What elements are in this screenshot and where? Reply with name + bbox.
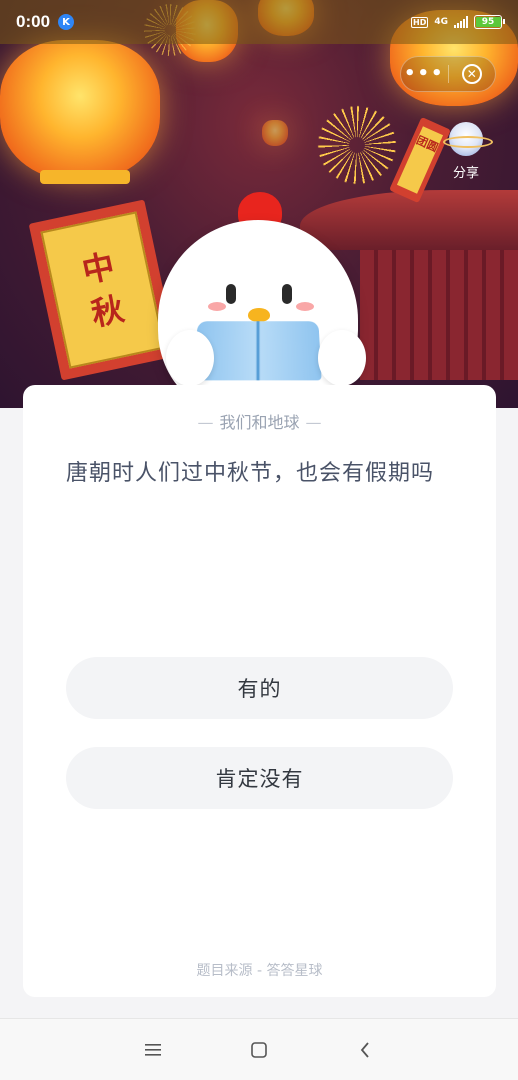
home-square-icon xyxy=(251,1041,267,1058)
category-dash-right: — xyxy=(305,413,322,432)
menu-icon xyxy=(145,1043,161,1056)
system-nav-bar xyxy=(0,1018,518,1080)
network-type-icon: 4G xyxy=(434,16,448,27)
battery-icon: 95 xyxy=(474,15,505,29)
answer-option-label: 肯定没有 xyxy=(215,767,304,791)
banner-char-2: 秋 xyxy=(87,289,128,334)
answer-option-no[interactable]: 肯定没有 xyxy=(66,747,453,809)
question-source: 题目来源 - 答答星球 xyxy=(196,963,323,979)
share-button[interactable]: 分享 xyxy=(443,122,493,181)
lantern-cap-decoration xyxy=(40,170,130,184)
menu-button[interactable] xyxy=(138,1035,168,1065)
hero-banner: 中 秋 团圆 0:00 K HD 4G 95 ••• ✕ 分享 xyxy=(0,0,518,408)
home-button[interactable] xyxy=(244,1035,274,1065)
chick-cheek-right xyxy=(296,302,314,311)
chick-beak xyxy=(248,308,270,322)
app-notification-icon: K xyxy=(58,14,75,30)
lantern-decoration xyxy=(262,120,288,146)
signal-icon xyxy=(454,16,468,28)
back-button[interactable] xyxy=(350,1035,380,1065)
book-icon xyxy=(194,321,322,381)
status-indicators: HD 4G 95 xyxy=(411,15,505,29)
reunion-banner-text: 团圆 xyxy=(396,126,444,194)
chick-mascot xyxy=(130,180,390,408)
chick-eye-left xyxy=(226,284,236,304)
hd-icon: HD xyxy=(411,16,429,28)
chick-cheek-left xyxy=(208,302,226,311)
chick-wing-left xyxy=(166,330,214,386)
close-circle-icon: ✕ xyxy=(461,64,482,84)
back-chevron-icon xyxy=(360,1041,369,1058)
category-label: 我们和地球 xyxy=(219,413,300,432)
quiz-card: — 我们和地球 — 唐朝时人们过中秋节，也会有假期吗 有的 肯定没有 题目来源 - … xyxy=(23,385,496,997)
battery-text: 95 xyxy=(481,17,495,27)
status-bar: 0:00 K HD 4G 95 xyxy=(0,0,518,44)
category-dash-left: — xyxy=(197,413,214,432)
chick-wing-right xyxy=(318,330,366,386)
banner-char-1: 中 xyxy=(78,246,119,291)
miniprogram-capsule: ••• ✕ xyxy=(400,56,496,92)
status-time: 0:00 xyxy=(16,12,51,31)
lantern-decoration xyxy=(0,40,160,180)
planet-share-icon xyxy=(443,122,493,156)
firework-decoration xyxy=(312,100,402,190)
quiz-category: — 我们和地球 — xyxy=(23,409,496,433)
close-button[interactable]: ✕ xyxy=(449,64,496,84)
chick-eye-right xyxy=(282,284,292,304)
share-label: 分享 xyxy=(452,166,479,181)
quiz-question: 唐朝时人们过中秋节，也会有假期吗 xyxy=(66,461,435,486)
answer-option-label: 有的 xyxy=(237,677,282,701)
answer-option-yes[interactable]: 有的 xyxy=(66,657,453,719)
more-dots-icon[interactable]: ••• xyxy=(401,65,448,83)
